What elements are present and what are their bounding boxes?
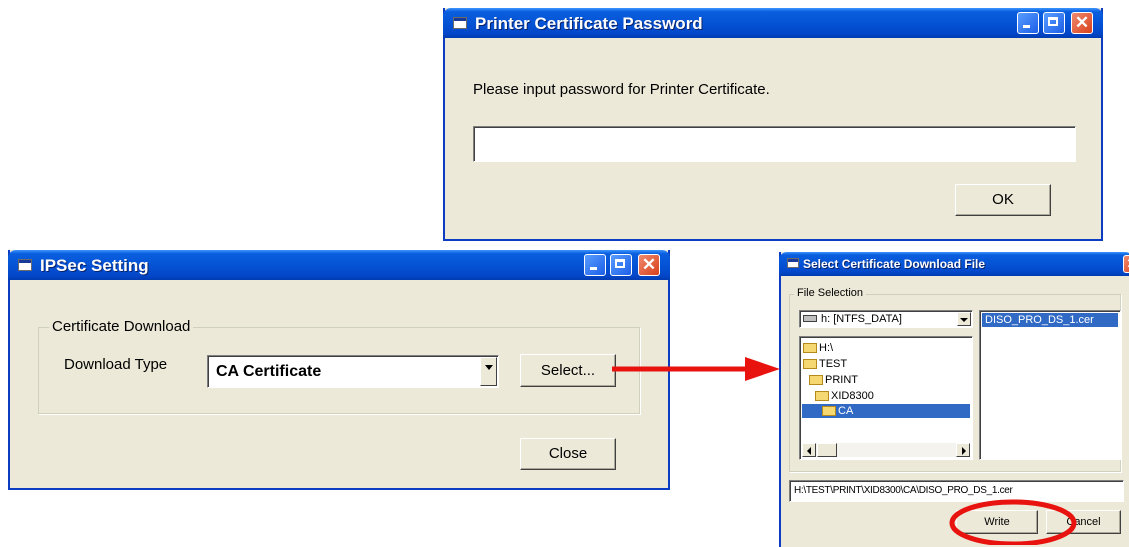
- file-list[interactable]: DISO_PRO_DS_1.cer: [979, 310, 1121, 460]
- folder-icon: [803, 343, 817, 353]
- folder-icon: [822, 406, 836, 416]
- close-icon[interactable]: ✕: [1071, 12, 1093, 34]
- password-dialog-titlebar[interactable]: Printer Certificate Password ✕: [443, 8, 1103, 38]
- cancel-button[interactable]: Cancel: [1046, 510, 1121, 534]
- download-type-select[interactable]: CA Certificate: [207, 355, 499, 388]
- horizontal-scrollbar[interactable]: [802, 443, 970, 457]
- password-prompt: Please input password for Printer Certif…: [473, 81, 770, 98]
- file-dialog-title: Select Certificate Download File: [803, 257, 986, 271]
- download-type-dropdown-button[interactable]: [480, 357, 497, 386]
- window-icon: [18, 259, 32, 271]
- folder-item-h-root[interactable]: H:\: [803, 341, 833, 355]
- close-icon[interactable]: ✕: [1123, 255, 1129, 273]
- drive-select[interactable]: h: [NTFS_DATA]: [799, 310, 973, 328]
- drive-icon: [803, 315, 817, 322]
- scroll-left-icon: [807, 447, 811, 455]
- folder-icon: [815, 391, 829, 401]
- download-type-value: CA Certificate: [216, 363, 322, 380]
- download-type-label: Download Type: [64, 356, 168, 373]
- window-icon: [453, 17, 467, 29]
- file-dialog-titlebar[interactable]: Select Certificate Download File ✕: [779, 252, 1129, 276]
- password-dialog-title: Printer Certificate Password: [475, 14, 703, 33]
- password-dialog: Printer Certificate Password ✕ Please in…: [443, 8, 1103, 241]
- file-path-input[interactable]: H:\TEST\PRINT\XID8300\CA\DISO_PRO_DS_1.c…: [789, 480, 1124, 502]
- certificate-download-label: Certificate Download: [49, 318, 194, 335]
- minimize-icon[interactable]: [584, 254, 606, 276]
- folder-item-print[interactable]: PRINT: [809, 373, 858, 387]
- ok-button[interactable]: OK: [955, 184, 1051, 216]
- folder-icon: [809, 375, 823, 385]
- folder-item-test[interactable]: TEST: [803, 357, 847, 371]
- drive-value: h: [NTFS_DATA]: [821, 313, 902, 325]
- folder-item-xid8300[interactable]: XID8300: [815, 389, 874, 403]
- maximize-icon[interactable]: [1043, 12, 1065, 34]
- close-icon[interactable]: ✕: [638, 254, 660, 276]
- folder-tree[interactable]: H:\ TEST PRINT XID8300 CA: [799, 336, 973, 460]
- scroll-right-icon: [962, 447, 966, 455]
- select-button[interactable]: Select...: [520, 354, 616, 387]
- file-item[interactable]: DISO_PRO_DS_1.cer: [982, 313, 1118, 327]
- write-button[interactable]: Write: [956, 510, 1038, 534]
- file-path-value: H:\TEST\PRINT\XID8300\CA\DISO_PRO_DS_1.c…: [794, 485, 1013, 496]
- close-button[interactable]: Close: [520, 438, 616, 470]
- scroll-thumb[interactable]: [817, 443, 837, 457]
- ipsec-dialog: IPSec Setting ✕ Certificate Download Dow…: [8, 250, 670, 490]
- minimize-icon[interactable]: [1017, 12, 1039, 34]
- ipsec-dialog-title: IPSec Setting: [40, 256, 149, 275]
- scroll-right-button[interactable]: [956, 443, 970, 457]
- window-icon: [787, 258, 799, 268]
- folder-icon: [803, 359, 817, 369]
- scroll-left-button[interactable]: [802, 443, 816, 457]
- folder-item-ca[interactable]: CA: [802, 404, 970, 418]
- file-dialog: Select Certificate Download File ✕ File …: [779, 252, 1129, 547]
- file-selection-label: File Selection: [794, 287, 867, 299]
- password-input[interactable]: [473, 126, 1076, 162]
- annotation-arrow-head: [745, 357, 780, 381]
- dropdown-arrow-icon: [485, 365, 493, 370]
- drive-dropdown-button[interactable]: [957, 312, 971, 326]
- maximize-icon[interactable]: [610, 254, 632, 276]
- dropdown-arrow-icon: [960, 318, 968, 322]
- ipsec-dialog-titlebar[interactable]: IPSec Setting ✕: [8, 250, 670, 280]
